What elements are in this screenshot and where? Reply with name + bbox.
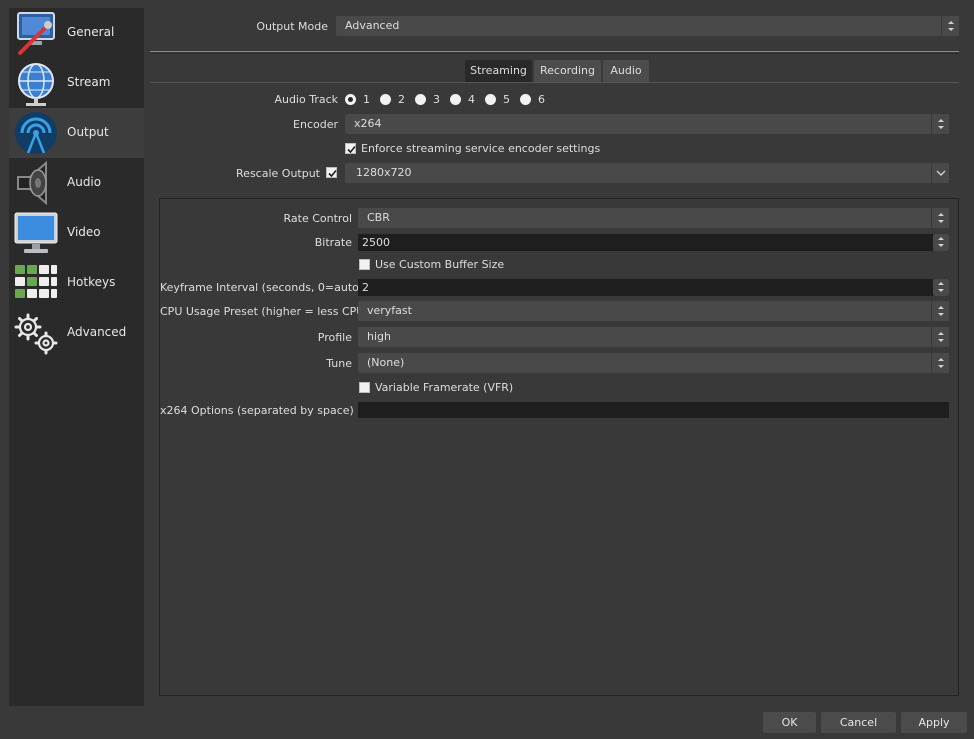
cpu-preset-value: veryfast bbox=[367, 304, 412, 317]
sidebar-item-stream[interactable]: Stream bbox=[9, 58, 144, 108]
output-mode-value: Advanced bbox=[345, 19, 400, 32]
sidebar-item-general[interactable]: General bbox=[9, 8, 144, 58]
bitrate-value: 2500 bbox=[362, 236, 390, 249]
cpu-preset-label: CPU Usage Preset (higher = less CPU) bbox=[160, 305, 369, 318]
advanced-gears-icon bbox=[14, 313, 58, 355]
audio-track-radio-6[interactable] bbox=[520, 94, 531, 105]
tab-recording[interactable]: Recording bbox=[534, 60, 601, 82]
vfr-label: Variable Framerate (VFR) bbox=[375, 381, 514, 394]
cpu-preset-select[interactable]: veryfast bbox=[358, 301, 949, 321]
audio-track-label: Audio Track bbox=[274, 93, 338, 106]
stream-globe-icon bbox=[18, 63, 54, 106]
header-divider-shadow bbox=[150, 53, 959, 54]
rate-control-label: Rate Control bbox=[283, 212, 352, 225]
encoder-settings-group bbox=[159, 198, 959, 696]
rescale-output-label: Rescale Output bbox=[236, 167, 320, 180]
cancel-button[interactable]: Cancel bbox=[821, 712, 896, 733]
output-antenna-icon bbox=[15, 112, 57, 154]
checkmark-icon bbox=[328, 169, 337, 178]
audio-track-radio-4[interactable] bbox=[450, 94, 461, 105]
audio-track-radio-2[interactable] bbox=[380, 94, 391, 105]
apply-button[interactable]: Apply bbox=[901, 712, 967, 733]
tune-label: Tune bbox=[326, 357, 352, 370]
output-mode-label: Output Mode bbox=[256, 20, 328, 33]
audio-track-radio-label: 5 bbox=[503, 93, 510, 106]
sidebar-item-label: Stream bbox=[67, 75, 111, 89]
sidebar-item-label: Output bbox=[67, 125, 109, 139]
rate-control-value: CBR bbox=[367, 211, 390, 224]
enforce-checkbox[interactable] bbox=[345, 143, 356, 154]
audio-speaker-icon bbox=[17, 160, 47, 206]
profile-select[interactable]: high bbox=[358, 327, 949, 347]
settings-sidebar: General Stream Output Audio Video Hotkey… bbox=[9, 8, 144, 706]
x264-options-label: x264 Options (separated by space) bbox=[160, 404, 354, 417]
combo-spin-icon bbox=[931, 353, 949, 373]
audio-track-radio-label: 1 bbox=[363, 93, 370, 106]
video-monitor-icon bbox=[14, 212, 58, 253]
encoder-value: x264 bbox=[354, 117, 382, 130]
tab-streaming[interactable]: Streaming bbox=[465, 60, 532, 82]
output-mode-select[interactable]: Advanced bbox=[336, 16, 959, 36]
sidebar-item-hotkeys[interactable]: Hotkeys bbox=[9, 258, 144, 308]
hotkeys-keyboard-icon bbox=[15, 265, 57, 298]
sidebar-item-advanced[interactable]: Advanced bbox=[9, 308, 144, 358]
audio-track-radio-label: 6 bbox=[538, 93, 545, 106]
audio-track-radio-label: 2 bbox=[398, 93, 405, 106]
sidebar-item-label: General bbox=[67, 25, 115, 39]
keyframe-value: 2 bbox=[362, 281, 369, 294]
combo-spin-icon bbox=[931, 327, 949, 347]
spin-arrows-icon[interactable] bbox=[933, 234, 949, 251]
x264-options-input[interactable] bbox=[358, 402, 949, 418]
sidebar-item-label: Video bbox=[67, 225, 101, 239]
sidebar-item-audio[interactable]: Audio bbox=[9, 158, 144, 208]
chevron-down-icon bbox=[931, 163, 949, 183]
vfr-checkbox[interactable] bbox=[359, 382, 370, 393]
rescale-output-select[interactable]: 1280x720 bbox=[345, 163, 949, 183]
sidebar-item-label: Audio bbox=[67, 175, 102, 189]
checkmark-icon bbox=[347, 145, 356, 154]
tune-value: (None) bbox=[367, 356, 405, 369]
general-icon bbox=[17, 12, 55, 55]
ok-button[interactable]: OK bbox=[763, 712, 816, 733]
combo-spin-icon bbox=[931, 301, 949, 321]
custom-buffer-label: Use Custom Buffer Size bbox=[375, 258, 505, 271]
combo-spin-icon bbox=[941, 16, 959, 36]
combo-spin-icon bbox=[931, 114, 949, 134]
bitrate-label: Bitrate bbox=[314, 236, 352, 249]
rescale-output-checkbox[interactable] bbox=[326, 167, 337, 178]
profile-label: Profile bbox=[317, 331, 352, 344]
sidebar-item-video[interactable]: Video bbox=[9, 208, 144, 258]
sidebar-item-label: Advanced bbox=[67, 325, 127, 339]
keyframe-spinbox[interactable]: 2 bbox=[358, 279, 949, 296]
sidebar-item-output[interactable]: Output bbox=[9, 108, 144, 158]
profile-value: high bbox=[367, 330, 391, 343]
header-divider bbox=[150, 51, 959, 52]
keyframe-label: Keyframe Interval (seconds, 0=auto) bbox=[160, 281, 364, 294]
tab-audio[interactable]: Audio bbox=[603, 60, 649, 82]
settings-window: General Stream Output Audio Video Hotkey… bbox=[0, 0, 974, 739]
combo-spin-icon bbox=[931, 208, 949, 228]
custom-buffer-checkbox[interactable] bbox=[359, 259, 370, 270]
sidebar-item-label: Hotkeys bbox=[67, 275, 116, 289]
audio-track-radio-1[interactable] bbox=[345, 94, 356, 105]
audio-track-radio-3[interactable] bbox=[415, 94, 426, 105]
bitrate-spinbox[interactable]: 2500 bbox=[358, 234, 949, 251]
spin-arrows-icon[interactable] bbox=[933, 279, 949, 296]
tune-select[interactable]: (None) bbox=[358, 353, 949, 373]
encoder-select[interactable]: x264 bbox=[345, 114, 949, 134]
tab-underline bbox=[150, 82, 959, 83]
audio-track-radio-5[interactable] bbox=[485, 94, 496, 105]
encoder-label: Encoder bbox=[293, 118, 338, 131]
audio-track-radio-label: 4 bbox=[468, 93, 475, 106]
audio-track-radio-label: 3 bbox=[433, 93, 440, 106]
rescale-output-value: 1280x720 bbox=[356, 166, 412, 179]
enforce-label: Enforce streaming service encoder settin… bbox=[361, 142, 601, 155]
rate-control-select[interactable]: CBR bbox=[358, 208, 949, 228]
